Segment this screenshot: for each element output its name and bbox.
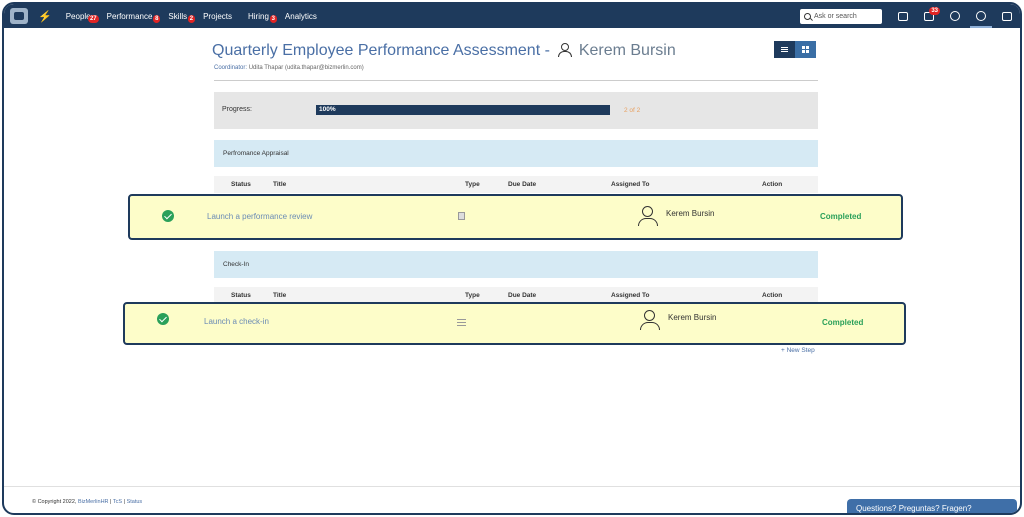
assignee-name: Kerem Bursin — [668, 313, 717, 322]
app-frame: ⚡ People 27 Performance 8 Skills 2 Projects… — [2, 2, 1022, 515]
nav-skills-badge: 2 — [187, 14, 196, 23]
progress-label: Progress: — [222, 106, 252, 113]
coordinator-value: Udita Thapar (udita.thapar@bizmerlin.com… — [248, 65, 364, 71]
nav-right: Ask or search 33 — [800, 4, 1020, 28]
top-navbar: ⚡ People 27 Performance 8 Skills 2 Projects… — [4, 4, 1020, 28]
task-row[interactable]: Launch a check-in Kerem Bursin Completed — [123, 302, 906, 345]
logo-icon[interactable] — [10, 8, 28, 24]
bolt-icon[interactable]: ⚡ — [38, 10, 52, 23]
divider — [214, 80, 818, 81]
col-assigned-to: Assigned To — [611, 181, 650, 188]
col-action: Action — [762, 181, 783, 188]
graduation-cap-icon[interactable] — [890, 4, 916, 28]
status-badge: Completed — [820, 212, 862, 221]
envelope-glyph — [1002, 11, 1012, 21]
nav-performance-badge: 8 — [153, 14, 161, 23]
col-assigned-to: Assigned To — [611, 292, 650, 299]
checklist-icon — [457, 319, 466, 326]
footer: © Copyright 2022, BizMerlinHR | TcS | St… — [32, 499, 143, 505]
section-header-check-in: Check-In — [214, 251, 818, 278]
grid-view-button[interactable] — [795, 41, 816, 58]
envelope-icon[interactable] — [994, 4, 1020, 28]
document-icon — [458, 212, 465, 220]
help-chat-button[interactable]: Questions? Preguntas? Fragen? — [847, 499, 1017, 513]
help-glyph — [950, 11, 960, 21]
person-icon — [558, 43, 573, 57]
view-toggle — [774, 41, 816, 58]
nav-people[interactable]: People 27 — [66, 12, 99, 23]
col-status: Status — [231, 181, 251, 188]
help-icon[interactable] — [942, 4, 968, 28]
task-row[interactable]: Launch a performance review Kerem Bursin… — [128, 194, 903, 240]
nav-hiring-badge: 3 — [269, 14, 277, 23]
new-step-link[interactable]: + New Step — [781, 347, 815, 354]
completed-check-icon — [157, 313, 169, 325]
brand-link[interactable]: BizMerlinHR — [78, 499, 109, 505]
progress-panel: Progress: 100% 2 of 2 — [214, 92, 818, 129]
coordinator-label: Coordinator: — [214, 65, 248, 71]
col-title: Title — [273, 181, 287, 188]
avatar — [640, 310, 660, 330]
col-due-date: Due Date — [508, 181, 537, 188]
nav-people-badge: 27 — [87, 14, 99, 23]
nav-links: People 27 Performance 8 Skills 2 Projects H… — [66, 12, 333, 23]
col-due-date: Due Date — [508, 292, 537, 299]
grid-icon — [802, 46, 809, 53]
progress-count: 2 of 2 — [624, 107, 641, 114]
tcs-link[interactable]: TcS — [113, 499, 122, 505]
progress-bar: 100% — [316, 105, 610, 115]
nav-hiring[interactable]: Hiring 3 — [248, 12, 277, 23]
nav-skills[interactable]: Skills 2 — [168, 12, 196, 23]
page-title: Quarterly Employee Performance Assessmen… — [212, 42, 676, 59]
col-action: Action — [762, 292, 783, 299]
column-header-row: Status Title Type Due Date Assigned To A… — [214, 176, 818, 193]
mail-badge: 33 — [929, 7, 940, 15]
status-badge: Completed — [822, 318, 864, 327]
col-title: Title — [273, 292, 287, 299]
nav-projects[interactable]: Projects — [203, 12, 232, 21]
list-icon — [781, 47, 788, 52]
status-link[interactable]: Status — [127, 499, 143, 505]
mail-icon[interactable]: 33 — [916, 4, 942, 28]
task-title-link[interactable]: Launch a check-in — [204, 317, 269, 326]
progress-fill: 100% — [316, 105, 610, 115]
search-input[interactable]: Ask or search — [800, 8, 882, 24]
employee-name: Kerem Bursin — [578, 42, 676, 59]
list-view-button[interactable] — [774, 41, 795, 58]
gear-icon[interactable] — [968, 4, 994, 28]
coordinator-line: Coordinator: Udita Thapar (udita.thapar@… — [214, 65, 364, 71]
graduation-cap-glyph — [898, 11, 908, 21]
section-header-performance-appraisal: Perfromance Appraisal — [214, 140, 818, 167]
col-type: Type — [465, 181, 480, 188]
footer-divider — [4, 486, 1020, 487]
gear-glyph — [976, 11, 986, 21]
col-status: Status — [231, 292, 251, 299]
search-icon — [804, 12, 811, 20]
col-type: Type — [465, 292, 480, 299]
assignee-name: Kerem Bursin — [666, 209, 715, 218]
nav-performance[interactable]: Performance 8 — [107, 12, 161, 23]
task-title-link[interactable]: Launch a performance review — [207, 212, 312, 221]
nav-analytics[interactable]: Analytics — [285, 12, 317, 21]
completed-check-icon — [162, 210, 174, 222]
avatar — [638, 206, 658, 226]
